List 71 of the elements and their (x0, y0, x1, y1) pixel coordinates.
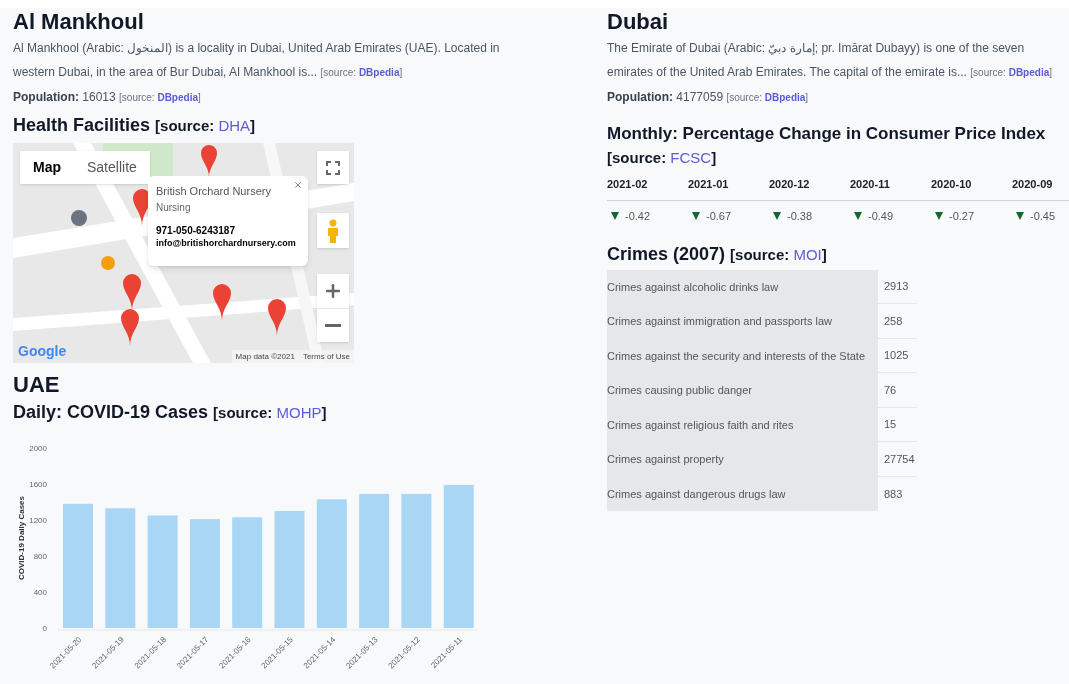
axis-tick-label: 2000 (29, 444, 47, 453)
source-link[interactable]: DBpedia (157, 92, 198, 103)
fullscreen-icon (326, 160, 340, 175)
map-logo: Google (18, 342, 67, 361)
axis-tick-label: 1600 (29, 480, 47, 489)
facility-email: info@britishorchardnursery.com (156, 237, 296, 250)
map-type-tab[interactable]: Map (20, 151, 74, 184)
section-title: Health Facilities [source: DHA] (13, 114, 256, 137)
plus-icon (323, 281, 343, 301)
month-header: 2020-11 (850, 177, 890, 192)
crime-category-cell: Crimes against alcoholic drinks law (607, 269, 878, 304)
crime-category-cell: Crimes against the security and interests of the State (607, 338, 878, 373)
person-icon (326, 218, 340, 243)
crime-category-cell: Crimes against immigration and passports law (607, 304, 878, 339)
minus-icon (325, 324, 341, 327)
down-triangle-icon (692, 212, 700, 221)
down-triangle-icon (854, 212, 862, 221)
crime-count-cell: 258 (878, 304, 917, 339)
crime-category-cell: Crimes against religious faith and rites (607, 407, 878, 442)
crime-count-cell: 2913 (878, 269, 917, 304)
crime-category-cell: Crimes against dangerous drugs law (607, 476, 878, 511)
place-title: Dubai (607, 8, 669, 36)
crime-count-cell: 15 (878, 407, 917, 442)
month-header: 2020-10 (931, 177, 972, 192)
map-type-tab[interactable]: Satellite (74, 151, 150, 184)
axis-tick-label: 400 (33, 588, 47, 597)
crime-category-cell: Crimes against property (607, 442, 878, 477)
population-text: Population: 4177059 [source: DBpedia] (607, 89, 809, 106)
axis-tick-label: 0 (42, 624, 47, 633)
place-title: Al Mankhoul (13, 8, 144, 36)
down-triangle-icon (1016, 212, 1024, 221)
crime-count-cell-text: 883 (883, 486, 904, 502)
population-text: Population: 16013 [source: DBpedia] (13, 89, 201, 106)
month-header: 2020-12 (769, 177, 810, 192)
terms-link[interactable]: Terms of Use (302, 350, 350, 363)
country-title: UAE (13, 371, 60, 399)
map-attribution: Map data ©2021 (235, 350, 295, 363)
section-title: Monthly: Percentage Change in Consumer Price Index (607, 123, 1046, 145)
axis-title: COVID-19 Daily Cases (17, 496, 26, 580)
source-link[interactable]: DHA (218, 117, 251, 134)
month-header: 2021-01 (688, 177, 729, 192)
section-title: Daily: COVID-19 Cases [source: MOHP] (13, 401, 327, 424)
axis-tick-label: 800 (33, 552, 47, 561)
section-title: Crimes (2007) [source: MOI] (607, 242, 827, 266)
crime-count-cell: 27754 (878, 442, 917, 477)
change-value: -0.45 (1030, 209, 1056, 224)
change-value: -0.38 (787, 209, 813, 224)
crime-count-cell: 1025 (878, 338, 917, 373)
source-link[interactable]: FCSC (670, 149, 712, 166)
facility-name: British Orchard Nursery (156, 184, 271, 198)
axis-tick-label: 1200 (29, 516, 47, 525)
down-triangle-icon (611, 212, 619, 221)
source-link[interactable]: MOHP (276, 404, 322, 421)
source-link[interactable]: MOI (793, 245, 822, 263)
change-value: -0.27 (949, 209, 975, 224)
crime-count-cell: 76 (878, 373, 917, 408)
down-triangle-icon (773, 212, 781, 221)
change-value: -0.49 (868, 209, 894, 224)
down-triangle-icon (935, 212, 943, 221)
crime-category-cell: Crimes causing public danger (607, 373, 878, 408)
fullscreen-button[interactable] (317, 151, 349, 184)
zoom-in-button[interactable] (317, 274, 349, 308)
month-header: 2020-09 (1012, 177, 1053, 192)
change-value: -0.42 (625, 209, 651, 224)
facility-category: Nursing (156, 201, 191, 215)
change-value: -0.67 (706, 209, 732, 224)
month-header: 2021-02 (607, 177, 648, 192)
zoom-out-button[interactable] (317, 308, 349, 342)
facility-phone: 971-050-6243187 (156, 224, 235, 237)
close-icon[interactable] (293, 180, 303, 190)
section-source: [source: FCSC] (607, 148, 717, 168)
